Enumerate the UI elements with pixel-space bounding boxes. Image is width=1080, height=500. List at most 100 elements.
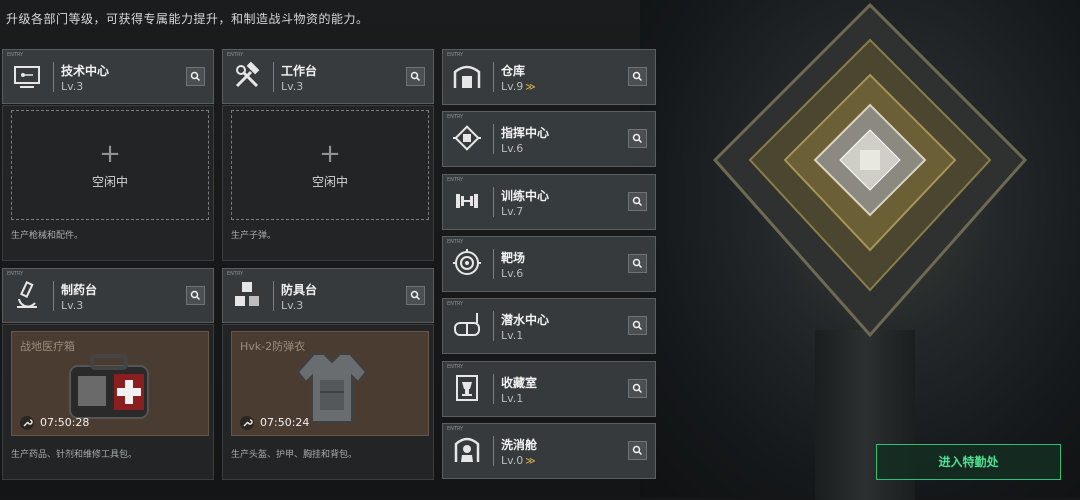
card-tag: ENTRY <box>7 52 24 58</box>
search-button[interactable] <box>186 286 205 305</box>
card-tag: ENTRY <box>447 177 464 183</box>
command-chip-icon <box>453 125 481 151</box>
facility-card-diving-center[interactable]: ENTRY 潜水中心 Lv.1 <box>442 298 656 354</box>
search-button[interactable] <box>186 67 205 86</box>
craft-slot[interactable]: Hvk-2防弹衣 07:50:24 <box>231 331 429 436</box>
search-icon <box>632 196 643 207</box>
blocks-icon <box>235 282 259 306</box>
facility-card-shooting-range[interactable]: ENTRY 靶场 Lv.6 <box>442 236 656 292</box>
facility-name: 防具台 <box>281 283 318 297</box>
card-tag: ENTRY <box>447 114 464 120</box>
divider <box>53 62 54 92</box>
body-armor-image <box>296 353 368 423</box>
card-tag: ENTRY <box>447 301 464 307</box>
card-tag: ENTRY <box>447 364 464 370</box>
divider <box>493 374 494 404</box>
divider <box>53 281 54 311</box>
facility-card-training-center[interactable]: ENTRY 训练中心 Lv.7 <box>442 174 656 230</box>
search-button[interactable] <box>628 254 647 273</box>
idle-slot[interactable]: + 空闲中 <box>231 110 429 220</box>
production-panel-pharmacy: 战地医疗箱 07:50:28 生产药品、针剂和维修工具包。 <box>2 324 214 480</box>
production-description: 生产枪械和配件。 <box>11 231 84 241</box>
facility-card-armor-bench[interactable]: ENTRY 防具台 Lv.3 <box>222 268 434 323</box>
chip-board-icon <box>14 66 40 88</box>
divider <box>493 187 494 217</box>
upgrade-available-icon: ≫ <box>525 456 536 467</box>
search-button[interactable] <box>406 286 425 305</box>
search-icon <box>632 258 643 269</box>
facility-level: Lv.9 ≫ <box>501 80 536 93</box>
facility-level: Lv.6 <box>501 142 524 155</box>
idle-slot[interactable]: + 空闲中 <box>11 110 209 220</box>
hammer-wrench-icon <box>235 61 260 88</box>
divider <box>273 281 274 311</box>
card-tag: ENTRY <box>7 271 24 277</box>
facility-level: Lv.1 <box>501 392 524 405</box>
divider <box>273 62 274 92</box>
search-button[interactable] <box>628 67 647 86</box>
cube-artwork <box>712 2 1028 338</box>
production-panel-armor-bench: Hvk-2防弹衣 07:50:24 生产头盔、护甲、胸挂和背包。 <box>222 324 434 480</box>
search-icon <box>410 71 421 82</box>
idle-label: 空闲中 <box>91 175 128 189</box>
enter-special-ops-button[interactable]: 进入特勤处 <box>876 444 1061 480</box>
search-button[interactable] <box>628 129 647 148</box>
search-button[interactable] <box>628 192 647 211</box>
search-icon <box>410 290 421 301</box>
facility-name: 制药台 <box>61 283 98 297</box>
level-text: Lv.0 <box>501 454 524 467</box>
search-button[interactable] <box>628 441 647 460</box>
card-tag: ENTRY <box>447 239 464 245</box>
facility-name: 指挥中心 <box>501 126 550 140</box>
facility-card-collection-room[interactable]: ENTRY 收藏室 Lv.1 <box>442 361 656 417</box>
facility-level: Lv.7 <box>501 205 524 218</box>
search-icon <box>190 71 201 82</box>
facility-card-command-center[interactable]: ENTRY 指挥中心 Lv.6 <box>442 111 656 167</box>
divider <box>493 436 494 466</box>
divider <box>493 124 494 154</box>
facility-level: Lv.3 <box>281 299 304 312</box>
card-tag: ENTRY <box>227 52 244 58</box>
search-button[interactable] <box>406 67 425 86</box>
divider <box>493 62 494 92</box>
wrench-icon <box>20 416 34 430</box>
wrench-icon <box>240 416 254 430</box>
page-subtitle: 升级各部门等级，可获得专属能力提升，和制造战斗物资的能力。 <box>6 12 369 26</box>
craft-slot[interactable]: 战地医疗箱 07:50:28 <box>11 331 209 436</box>
production-description: 生产药品、针剂和维修工具包。 <box>11 450 138 460</box>
idle-label: 空闲中 <box>311 175 348 189</box>
dumbbell-icon <box>456 194 478 208</box>
facility-name: 洗消舱 <box>501 438 538 452</box>
facility-name: 靶场 <box>501 251 526 265</box>
search-button[interactable] <box>628 316 647 335</box>
facility-level: Lv.3 <box>281 80 304 93</box>
facility-card-tech-center[interactable]: ENTRY 技术中心 Lv.3 <box>2 49 214 104</box>
facility-name: 仓库 <box>501 64 526 78</box>
facility-level: Lv.0 ≫ <box>501 454 536 467</box>
search-icon <box>632 383 643 394</box>
facility-name: 工作台 <box>281 64 318 78</box>
plus-icon: + <box>99 139 121 169</box>
first-aid-kit-image <box>69 354 149 419</box>
facility-level: Lv.1 <box>501 329 524 342</box>
plus-icon: + <box>319 139 341 169</box>
facility-card-pharmacy[interactable]: ENTRY 制药台 Lv.3 <box>2 268 214 323</box>
facility-card-warehouse[interactable]: ENTRY 仓库 Lv.9 ≫ <box>442 49 656 105</box>
diving-mask-icon <box>454 313 480 336</box>
facility-level: Lv.6 <box>501 267 524 280</box>
target-icon <box>453 249 481 275</box>
production-description: 生产头盔、护甲、胸挂和背包。 <box>231 450 358 460</box>
search-button[interactable] <box>628 379 647 398</box>
microscope-icon <box>17 280 37 308</box>
card-tag: ENTRY <box>447 52 464 58</box>
facility-card-decon-chamber[interactable]: ENTRY 洗消舱 Lv.0 ≫ <box>442 423 656 479</box>
production-panel-tech-center: + 空闲中 生产枪械和配件。 <box>2 105 214 261</box>
search-icon <box>632 133 643 144</box>
craft-timer: 07:50:24 <box>260 416 310 429</box>
facility-card-workbench[interactable]: ENTRY 工作台 Lv.3 <box>222 49 434 104</box>
card-tag: ENTRY <box>227 271 244 277</box>
divider <box>493 249 494 279</box>
facility-level: Lv.3 <box>61 299 84 312</box>
upgrade-available-icon: ≫ <box>525 82 536 93</box>
search-icon <box>632 71 643 82</box>
